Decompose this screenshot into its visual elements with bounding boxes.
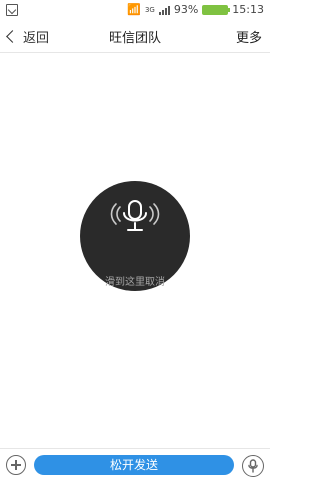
network-type: 3G bbox=[144, 5, 155, 14]
status-bar: 📶 3G 93% 15:13 bbox=[0, 0, 270, 20]
page-title: 旺信团队 bbox=[108, 31, 161, 46]
battery-percent: 93% bbox=[173, 3, 199, 16]
cancel-hint: 滑到这里取消 bbox=[105, 277, 165, 288]
more-button[interactable]: 更多 bbox=[236, 27, 262, 46]
add-button[interactable] bbox=[6, 455, 26, 475]
wifi-icon: 📶 bbox=[127, 3, 141, 16]
battery-icon bbox=[202, 4, 231, 15]
top-nav: 返回 旺信团队 更多 bbox=[0, 20, 270, 53]
microphone-icon bbox=[110, 200, 160, 231]
microphone-icon bbox=[248, 459, 258, 473]
signal-icon bbox=[158, 5, 170, 15]
status-time: 15:13 bbox=[232, 3, 264, 16]
status-right: 📶 3G 93% 15:13 bbox=[127, 3, 264, 16]
release-to-send-button[interactable]: 松开发送 bbox=[34, 455, 234, 475]
voice-button[interactable] bbox=[242, 455, 264, 477]
voice-record-overlay: 滑到这里取消 bbox=[80, 181, 190, 291]
screenshot-icon bbox=[6, 4, 18, 16]
bottom-bar: 松开发送 bbox=[0, 448, 270, 481]
